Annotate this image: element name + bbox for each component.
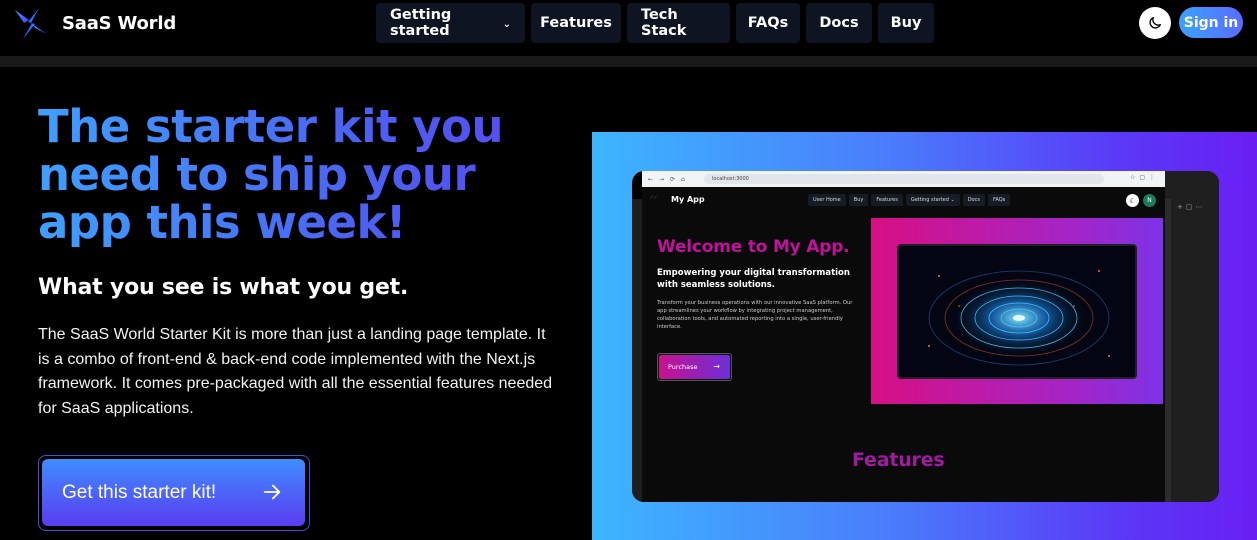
- hero-description: The SaaS World Starter Kit is more than …: [38, 326, 553, 417]
- preview-menu-item: Buy: [848, 194, 869, 206]
- preview-menu-item: User Home: [808, 194, 846, 206]
- preview-welcome-heading: Welcome to My App.: [657, 237, 850, 257]
- nav-docs-label: Docs: [819, 15, 859, 31]
- nav-buy[interactable]: Buy: [878, 3, 934, 43]
- browser-url-bar: localhost:3000: [704, 174, 1104, 184]
- preview-features-heading: Features: [852, 449, 945, 471]
- sign-in-button[interactable]: Sign in: [1179, 7, 1243, 38]
- hero-title: The starter kit you need to ship your ap…: [38, 103, 558, 247]
- preview-app: ⟋⟋ My App User Home Buy Features Getting…: [642, 187, 1165, 502]
- preview-theme-icon: ☾: [1126, 194, 1139, 207]
- preview-tagline: Empowering your digital transformation w…: [657, 268, 850, 290]
- theme-toggle-button[interactable]: [1139, 7, 1171, 39]
- main-nav: Getting started ⌄ Features Tech Stack FA…: [376, 3, 934, 43]
- cta-label: Get this starter kit!: [62, 481, 217, 503]
- nav-getting-started[interactable]: Getting started ⌄: [376, 3, 525, 43]
- brand-name: SaaS World: [62, 12, 176, 34]
- nav-features[interactable]: Features: [531, 3, 621, 43]
- brand[interactable]: SaaS World: [12, 6, 176, 40]
- top-navbar: SaaS World Getting started ⌄ Features Te…: [0, 0, 1257, 56]
- nav-features-label: Features: [540, 15, 612, 31]
- preview-menu-item: Getting started ⌄: [905, 194, 960, 206]
- logo-icon: [15, 8, 47, 39]
- editor-pane-icons: +▢⋯: [1177, 203, 1206, 211]
- browser-nav-icons: ←→⟳⌂: [648, 175, 691, 183]
- editor-sidebar-strip: [632, 199, 642, 502]
- nav-tech-stack-label: Tech Stack: [641, 7, 687, 39]
- nav-getting-started-label: Getting started: [390, 7, 452, 39]
- preview-body-text: Transform your business operations with …: [657, 300, 853, 330]
- galaxy-rings-graphic: [928, 270, 1110, 366]
- preview-hero-image: [871, 218, 1163, 404]
- nav-docs[interactable]: Docs: [806, 3, 872, 43]
- nav-faqs[interactable]: FAQs: [736, 3, 800, 43]
- preview-avatar: N: [1143, 194, 1156, 207]
- preview-purchase-button: Purchase →: [657, 353, 732, 381]
- preview-menu-item: Docs: [962, 194, 985, 206]
- nav-tech-stack[interactable]: Tech Stack: [627, 3, 730, 43]
- browser-toolbar: ←→⟳⌂ localhost:3000 ☆▢⋮: [642, 171, 1165, 187]
- preview-purchase-label: Purchase: [668, 363, 698, 371]
- arrow-right-icon: [263, 484, 281, 500]
- moon-icon: [1149, 17, 1161, 29]
- nav-buy-label: Buy: [890, 15, 922, 31]
- preview-menu: User Home Buy Features Getting started ⌄…: [808, 194, 1011, 206]
- hero-subtitle: What you see is what you get.: [38, 275, 409, 300]
- editor-scrollbar: [1165, 199, 1171, 502]
- preview-menu-item: Features: [871, 194, 903, 206]
- app-screenshot: ←→⟳⌂ localhost:3000 ☆▢⋮ ⟋⟋ My App User H…: [632, 171, 1219, 502]
- galaxy-illustration: [897, 244, 1137, 379]
- preview-logo-icon: ⟋⟋: [650, 195, 658, 201]
- get-starter-kit-button[interactable]: Get this starter kit!: [42, 459, 305, 526]
- preview-menu-item: FAQs: [987, 194, 1011, 206]
- navbar-divider: [0, 56, 1257, 67]
- browser-extension-icons: ☆▢⋮: [1129, 174, 1159, 181]
- editor-right-pane: +▢⋯: [1165, 171, 1219, 502]
- preview-app-navbar: ⟋⟋ My App User Home Buy Features Getting…: [642, 187, 1165, 215]
- preview-app-name: My App: [671, 195, 705, 204]
- chevron-down-icon: ⌄: [502, 18, 511, 30]
- nav-faqs-label: FAQs: [747, 15, 789, 31]
- preview-arrow-icon: →: [713, 362, 720, 371]
